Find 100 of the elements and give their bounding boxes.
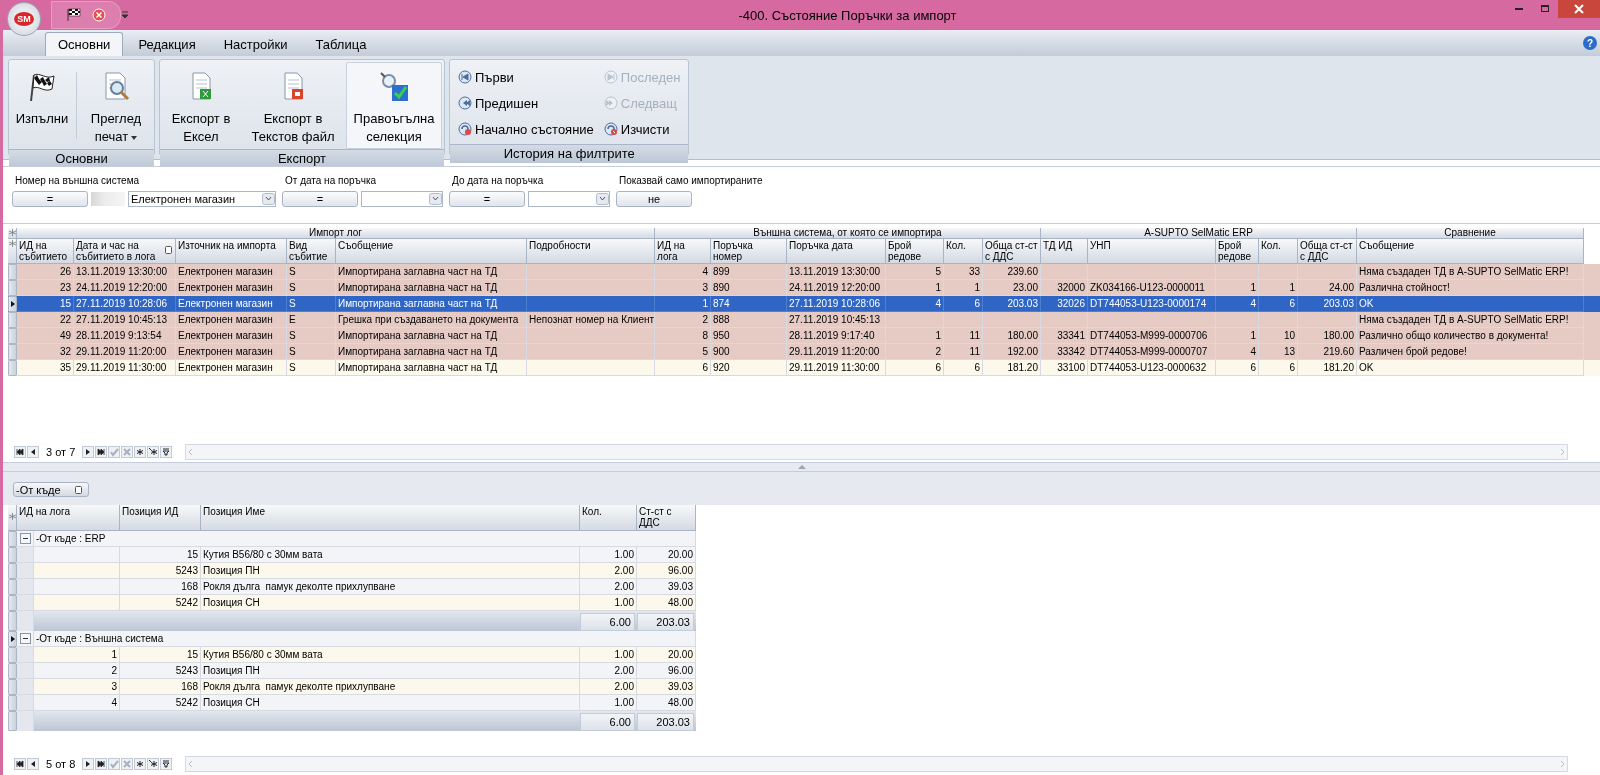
group-by-button[interactable]: -От къде <box>13 482 89 497</box>
group-indent-cell <box>17 563 34 579</box>
collapse-icon[interactable] <box>19 533 31 544</box>
magnifier-check-icon <box>378 71 410 103</box>
ribbon-button[interactable]: Експорт в Текстов файл <box>240 62 346 149</box>
column-header[interactable]: Позиция Име <box>201 505 580 531</box>
filter-history-button[interactable]: Предишен <box>458 90 594 116</box>
column-header[interactable]: ТД ИД <box>1041 239 1088 264</box>
collapse-icon[interactable] <box>19 633 31 644</box>
operator-button[interactable]: = <box>282 191 358 207</box>
asterisk-icon[interactable] <box>134 446 147 458</box>
filter-history-button[interactable]: Начално състояние <box>458 116 594 142</box>
column-header[interactable]: Източник на импорта <box>176 239 287 264</box>
table-cell: 1.00 <box>580 595 637 611</box>
column-header[interactable]: Кол. <box>580 505 637 531</box>
next-record-icon[interactable] <box>82 446 95 458</box>
column-header[interactable]: Ст-ст с ДДС <box>637 505 696 531</box>
filter-history-button[interactable]: Първи <box>458 64 594 90</box>
table-cell: 20.00 <box>637 647 696 663</box>
table-cell: Рокля дълга памук деколте прихлупване <box>201 679 580 695</box>
redacted-block <box>91 192 125 206</box>
ribbon-button[interactable]: Експорт в Ексел <box>162 62 240 149</box>
previous-record-icon[interactable] <box>27 446 39 458</box>
column-header[interactable]: ИД на лога <box>655 239 711 264</box>
column-header[interactable]: Поръчка номер <box>711 239 787 264</box>
ribbon-tab[interactable]: Основни <box>45 32 124 56</box>
column-header[interactable]: Съобщение <box>336 239 527 264</box>
table-cell: 48.00 <box>637 695 696 711</box>
table-row[interactable]: 23 24.11.2019 12:20:00 Електронен магазин S Импортирана заглавна част на ТД 3 890 24.11.2019 12:20:00 1 1 23.00 32000 ZK034166-U123-0000011 1 1 24.00 Различна стойност! <box>8 280 1600 296</box>
table-cell: Позиция ПН <box>201 563 580 579</box>
filter-label: До дата на поръчка <box>451 175 545 186</box>
table-row[interactable]: 49 28.11.2019 9:13:54 Електронен магазин S Импортирана заглавна част на ТД 8 950 28.11.2019 9:17:40 1 11 180.00 33341 DT744053-M999-0000706 1 10 180.00 Различно общо количество в документа! <box>8 328 1600 344</box>
first-arrow-icon <box>458 70 472 84</box>
column-header[interactable]: ИД на лога <box>17 505 120 531</box>
check-icon[interactable] <box>108 446 121 458</box>
group-indent-cell <box>17 679 34 695</box>
date-combo[interactable] <box>528 191 610 207</box>
dropdown-caret-icon[interactable] <box>121 11 129 19</box>
splitter-grip-icon[interactable] <box>797 465 806 469</box>
column-header[interactable]: Обща ст-ст с ДДС <box>983 239 1041 264</box>
column-header[interactable]: Кол. <box>1259 239 1298 264</box>
new-row-icon[interactable] <box>147 446 160 458</box>
first-record-icon[interactable] <box>14 758 26 770</box>
filter-label: Показвай само импортираните <box>618 175 763 186</box>
close-circle-icon[interactable] <box>92 8 106 22</box>
ribbon-tab[interactable]: Таблица <box>302 32 380 56</box>
column-header[interactable]: Брой редове <box>886 239 944 264</box>
filter-history-button[interactable]: Изчисти <box>603 116 681 142</box>
ribbon-button[interactable]: Правоъгълна селекция <box>346 62 442 149</box>
asterisk-icon[interactable] <box>134 758 147 770</box>
ribbon-button[interactable]: Изпълни <box>11 62 73 149</box>
column-header[interactable]: Позиция ИД <box>120 505 201 531</box>
first-record-icon[interactable] <box>14 446 26 458</box>
column-header[interactable]: Подробности <box>527 239 655 264</box>
summary-cell: 203.03 <box>637 712 694 731</box>
table-row[interactable]: 35 29.11.2019 11:30:00 Електронен магазин S Импортирана заглавна част на ТД 6 920 29.11.2019 11:30:00 6 6 181.20 33100 DT744053-U123-0000632 6 6 181.20 OK <box>8 360 1600 376</box>
ribbon-tab[interactable]: Настройки <box>210 32 301 56</box>
toggle-button[interactable]: не <box>616 191 692 207</box>
new-row-icon[interactable] <box>147 758 160 770</box>
column-header[interactable]: Съобщение <box>1357 239 1584 264</box>
table-cell: 6 <box>886 360 944 376</box>
last-record-icon[interactable] <box>95 446 108 458</box>
table-row[interactable]: 22 27.11.2019 10:45:13 Електронен магазин E Грешка при създаването на документа Непознат номер на Клиент 2 888 27.11.2019 10:45:13 Няма създаден ТД в A-SUPTO SelMatic ERP! <box>8 312 1600 328</box>
column-header[interactable]: Вид събитие <box>287 239 336 264</box>
column-header[interactable]: УНП <box>1088 239 1216 264</box>
filter-icon[interactable] <box>160 758 173 770</box>
column-header[interactable]: Кол. <box>944 239 983 264</box>
operator-button[interactable]: = <box>449 191 525 207</box>
close-button[interactable] <box>1558 0 1600 18</box>
row-header[interactable] <box>8 296 17 312</box>
check-icon[interactable] <box>108 758 121 770</box>
column-header[interactable]: Дата и час на събитието в лога <box>74 239 176 264</box>
dropdown-icon[interactable] <box>262 193 275 205</box>
filter-icon[interactable] <box>160 446 173 458</box>
dropdown-icon[interactable] <box>596 193 609 205</box>
date-combo[interactable] <box>361 191 443 207</box>
clear-icon <box>603 122 618 136</box>
help-button[interactable]: ? <box>1583 36 1597 50</box>
table-row[interactable]: 15 27.11.2019 10:28:06 Електронен магазин S Импортирана заглавна част на ТД 1 874 27.11.2019 10:28:06 4 6 203.03 32026 DT744053-U123-0000174 4 6 203.03 OK <box>8 296 1600 312</box>
previous-record-icon[interactable] <box>27 758 39 770</box>
last-record-icon[interactable] <box>95 758 108 770</box>
row-header[interactable] <box>8 631 17 647</box>
checkered-flag-icon[interactable] <box>66 8 82 22</box>
column-header[interactable]: ИД на събитието <box>17 239 74 264</box>
dropdown-icon[interactable] <box>429 193 442 205</box>
table-cell: Електронен магазин <box>176 360 287 376</box>
table-cell: 181.20 <box>1298 360 1357 376</box>
record-position: 5 от 8 <box>45 758 77 770</box>
table-row[interactable]: 26 13.11.2019 13:30:00 Електронен магазин S Импортирана заглавна част на ТД 4 899 13.11.2019 13:30:00 5 33 239.60 Няма създаден ТД в A-SUPTO SelMatic ERP! <box>8 264 1600 280</box>
table-row[interactable]: 32 29.11.2019 11:20:00 Електронен магазин S Импортирана заглавна част на ТД 5 900 29.11.2019 11:20:00 2 11 192.00 33342 DT744053-M999-0000707 4 13 219.60 Различен брой редове! <box>8 344 1600 360</box>
source-combo[interactable]: Електронен магазин <box>128 191 276 207</box>
operator-button[interactable]: = <box>12 191 88 207</box>
column-header[interactable]: Обща ст-ст с ДДС <box>1298 239 1357 264</box>
group-indent-cell <box>17 711 34 731</box>
next-record-icon[interactable] <box>82 758 95 770</box>
ribbon-button[interactable]: Преглед печат <box>80 62 152 149</box>
column-header[interactable]: Поръчка дата <box>787 239 886 264</box>
ribbon-tab[interactable]: Редакция <box>125 32 209 56</box>
column-header[interactable]: Брой редове <box>1216 239 1259 264</box>
minimize-icon <box>1515 8 1523 10</box>
